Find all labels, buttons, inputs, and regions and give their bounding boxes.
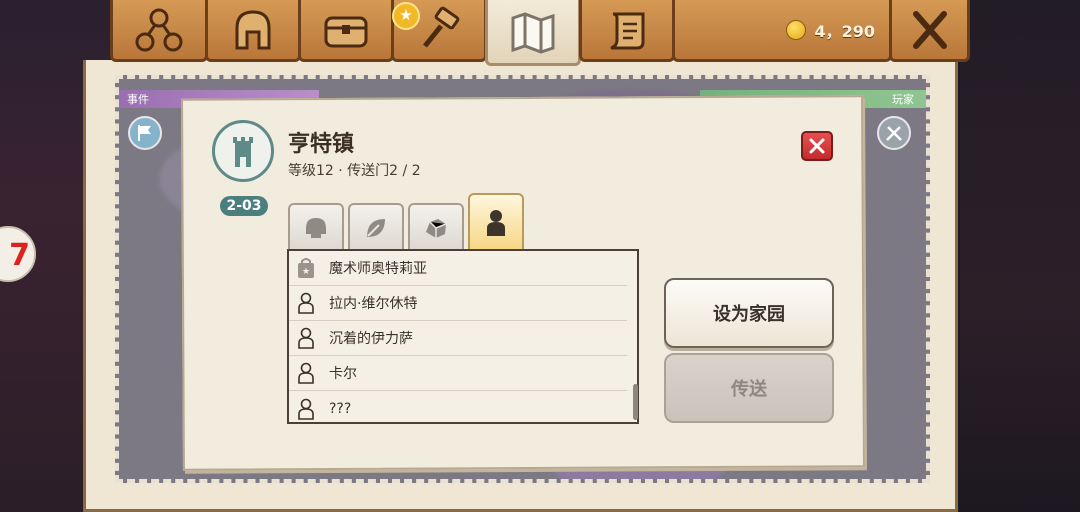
close-icon [912, 10, 947, 49]
shop-bag-icon: ★ [295, 257, 317, 279]
castle-tower-icon [212, 120, 274, 182]
npc-name: 沉着的伊力萨 [329, 331, 413, 347]
list-item[interactable]: ??? [289, 391, 627, 426]
tab-bag[interactable] [298, 0, 394, 62]
tab-quests[interactable] [579, 0, 675, 62]
close-x-icon [809, 138, 825, 154]
player-label: 玩家 [892, 93, 914, 106]
close-dialog-button[interactable] [801, 131, 833, 161]
close-menu-button[interactable] [889, 0, 970, 62]
list-item[interactable]: ★ 魔术师奥特莉亚 [289, 251, 627, 286]
npc-name: 卡尔 [329, 366, 357, 382]
chest-icon [324, 16, 368, 47]
player-sword-icon[interactable] [877, 116, 911, 150]
town-name: 亨特镇 [288, 132, 355, 157]
star-notification-icon: ★ [392, 2, 420, 30]
coin-amount: 4，290 [814, 21, 875, 41]
teleport-button[interactable]: 传送 [664, 353, 834, 423]
leaf-icon [367, 219, 385, 237]
zone-code-badge: 2-03 [220, 196, 268, 216]
list-item[interactable]: 沉着的伊力萨 [289, 321, 627, 356]
list-item[interactable]: 拉内·维尔休特 [289, 286, 627, 321]
person-outline-icon [295, 362, 317, 384]
tab-plants[interactable] [348, 203, 404, 251]
skill-tree-icon [135, 8, 183, 51]
tab-monsters[interactable] [288, 203, 344, 251]
tab-skills[interactable] [110, 0, 208, 62]
helmet-icon [235, 9, 271, 49]
npc-name: ??? [329, 400, 352, 417]
tab-gear[interactable] [205, 0, 301, 62]
event-flag-icon[interactable] [128, 116, 162, 150]
person-icon [487, 210, 505, 236]
scroll-icon [610, 12, 645, 49]
tab-npcs[interactable] [468, 193, 524, 251]
monster-skull-icon [306, 218, 326, 238]
person-outline-icon [295, 327, 317, 349]
tab-ores[interactable] [408, 203, 464, 251]
list-scrollbar[interactable] [633, 384, 638, 420]
npc-list[interactable]: ★ 魔术师奥特莉亚 拉内·维尔休特 沉着的伊力萨 卡尔 ??? [287, 249, 639, 424]
ore-rock-icon [426, 219, 447, 238]
person-outline-icon [295, 398, 317, 420]
person-outline-icon [295, 292, 317, 314]
coin-icon [786, 19, 807, 40]
tab-map[interactable] [485, 0, 581, 66]
set-home-button[interactable]: 设为家园 [664, 278, 834, 348]
npc-name: 拉内·维尔休特 [329, 296, 418, 312]
list-item[interactable]: 卡尔 [289, 356, 627, 391]
top-tab-bar: 4，290 [105, 0, 970, 66]
map-icon [511, 11, 555, 54]
event-label: 事件 [127, 93, 149, 106]
scenery-right [960, 0, 1080, 512]
town-level-portals: 等级12 · 传送门2 / 2 [288, 163, 421, 179]
svg-text:★: ★ [302, 267, 310, 277]
coin-panel: 4，290 [672, 0, 892, 62]
npc-name: 魔术师奥特莉亚 [329, 261, 427, 277]
